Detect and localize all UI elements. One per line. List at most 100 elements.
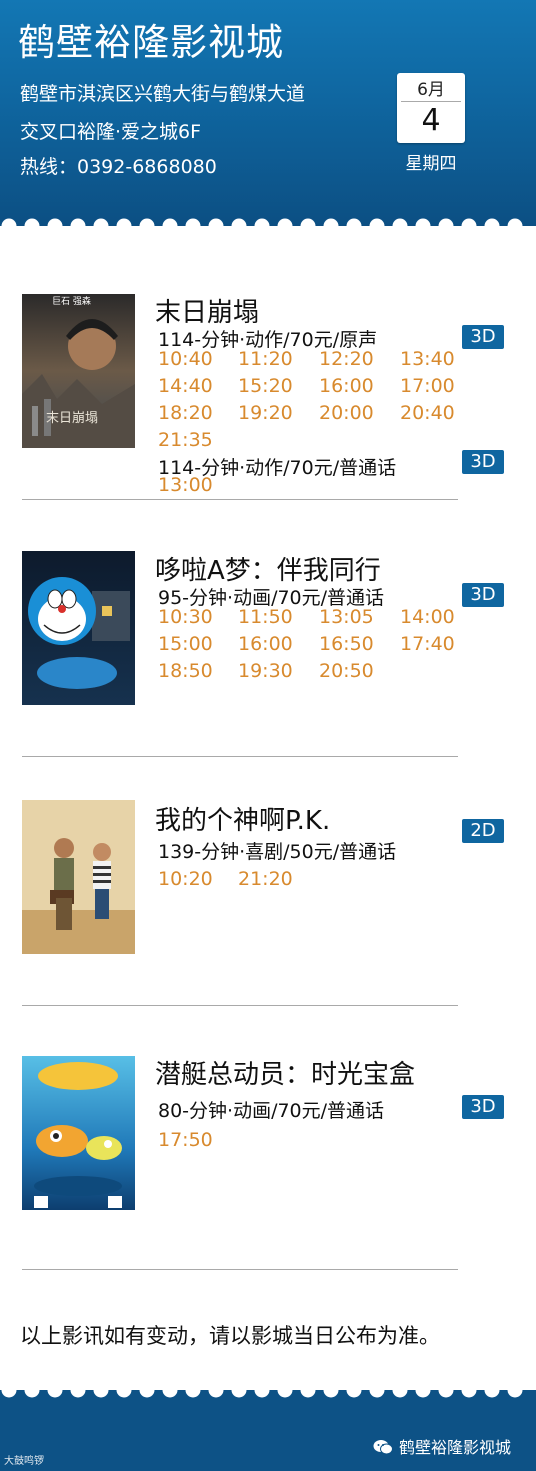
movie-title: 哆啦A梦：伴我同行 — [155, 556, 381, 586]
movie-title: 我的个神啊P.K. — [155, 806, 331, 836]
wechat-account-name: 鹤壁裕隆影视城 — [399, 1438, 512, 1457]
showtime[interactable]: 16:00 — [238, 631, 319, 658]
scallop-hole — [300, 218, 316, 226]
scallop-hole — [139, 1390, 155, 1398]
schedule-page: 鹤壁裕隆影视城 鹤壁市淇滨区兴鹤大街与鹤煤大道 交叉口裕隆·爱之城6F 热线：0… — [0, 0, 536, 1471]
poster-text: 末日崩塌 — [46, 411, 98, 426]
movie-poster — [22, 551, 135, 705]
divider — [22, 756, 458, 757]
showtime[interactable]: 20:00 — [319, 400, 400, 427]
format-badge: 3D — [462, 450, 504, 474]
scallop-hole — [185, 218, 201, 226]
showtime[interactable]: 18:50 — [158, 658, 238, 685]
showtime[interactable]: 18:20 — [158, 400, 238, 427]
scallop-hole — [484, 218, 500, 226]
showtime[interactable]: 11:50 — [238, 604, 319, 631]
scallop-hole — [369, 218, 385, 226]
showtime[interactable]: 20:40 — [400, 400, 480, 427]
showtime[interactable]: 20:50 — [319, 658, 400, 685]
scallop-hole — [208, 218, 224, 226]
scallop-hole — [116, 1390, 132, 1398]
scallop-hole — [254, 218, 270, 226]
showtime[interactable]: 10:20 — [158, 866, 238, 893]
showtime[interactable]: 12:20 — [319, 346, 400, 373]
scallop-hole — [70, 1390, 86, 1398]
showtime[interactable]: 10:30 — [158, 604, 238, 631]
movie-title: 末日崩塌 — [155, 298, 260, 328]
date-day: 4 — [421, 103, 441, 138]
scallop-hole — [346, 1390, 362, 1398]
showtime[interactable]: 19:20 — [238, 400, 319, 427]
scallop-hole — [208, 1390, 224, 1398]
scallop-hole — [231, 218, 247, 226]
showtime[interactable]: 15:20 — [238, 373, 319, 400]
scallop-hole — [93, 218, 109, 226]
scallop-hole — [231, 1390, 247, 1398]
date-divider — [401, 101, 461, 102]
notice-text: 以上影讯如有变动，请以影城当日公布为准。 — [20, 1324, 440, 1348]
divider — [22, 499, 458, 500]
showtime[interactable]: 17:40 — [400, 631, 480, 658]
divider — [22, 1005, 458, 1006]
watermark: 大鼓鸣锣 — [4, 1456, 44, 1467]
showtime[interactable]: 17:50 — [158, 1127, 238, 1154]
showtime[interactable]: 11:20 — [238, 346, 319, 373]
address-line-2: 交叉口裕隆·爱之城6F — [20, 121, 202, 143]
wechat-account[interactable]: 鹤壁裕隆影视城 — [373, 1434, 511, 1458]
scallop-hole — [70, 218, 86, 226]
showtime[interactable]: 14:00 — [400, 604, 480, 631]
showtime[interactable]: 17:00 — [400, 373, 480, 400]
scallop-hole — [300, 1390, 316, 1398]
session-info: 139-分钟·喜剧/50元/普通话 — [158, 841, 397, 863]
scalloped-edge-bottom — [1, 1390, 523, 1398]
showtime[interactable]: 14:40 — [158, 373, 238, 400]
showtime[interactable]: 16:50 — [319, 631, 400, 658]
scallop-hole — [24, 218, 40, 226]
showtime[interactable]: 13:05 — [319, 604, 400, 631]
showtime[interactable]: 13:00 — [158, 472, 238, 499]
format-badge: 3D — [462, 1095, 504, 1119]
scallop-hole — [438, 218, 454, 226]
scallop-hole — [1, 218, 17, 226]
scallop-hole — [1, 1390, 17, 1398]
address-line-1: 鹤壁市淇滨区兴鹤大街与鹤煤大道 — [20, 83, 306, 105]
scallop-hole — [24, 1390, 40, 1398]
wechat-icon — [373, 1440, 393, 1455]
scallop-hole — [507, 1390, 523, 1398]
showtimes-grid: 10:20 21:20 — [158, 866, 478, 893]
showtimes-grid: 10:40 11:20 12:20 13:40 14:40 15:20 16:0… — [158, 346, 478, 454]
header-banner: 鹤壁裕隆影视城 鹤壁市淇滨区兴鹤大街与鹤煤大道 交叉口裕隆·爱之城6F 热线：0… — [0, 0, 536, 226]
showtime[interactable]: 21:35 — [158, 427, 238, 454]
movie-poster — [22, 1056, 135, 1210]
format-badge: 2D — [462, 819, 504, 843]
movie-poster — [22, 800, 135, 954]
showtimes-grid: 17:50 — [158, 1127, 478, 1154]
showtime[interactable]: 21:20 — [238, 866, 319, 893]
poster-text: 巨石 强森 — [52, 295, 91, 307]
showtime[interactable]: 16:00 — [319, 373, 400, 400]
scallop-hole — [277, 1390, 293, 1398]
scallop-hole — [116, 218, 132, 226]
showtimes-grid: 10:30 11:50 13:05 14:00 15:00 16:00 16:5… — [158, 604, 478, 685]
scallop-hole — [47, 1390, 63, 1398]
showtime[interactable]: 13:40 — [400, 346, 480, 373]
showtime[interactable]: 19:30 — [238, 658, 319, 685]
scallop-hole — [484, 1390, 500, 1398]
hotline: 热线：0392-6868080 — [20, 156, 217, 178]
showtimes-grid: 13:00 — [158, 472, 478, 499]
scallop-hole — [461, 218, 477, 226]
scallop-hole — [162, 218, 178, 226]
showtime[interactable]: 10:40 — [158, 346, 238, 373]
scallop-hole — [323, 1390, 339, 1398]
showtime[interactable]: 15:00 — [158, 631, 238, 658]
divider — [22, 1269, 458, 1270]
calendar-date: 6月 4 — [397, 73, 465, 143]
scallop-hole — [392, 1390, 408, 1398]
scallop-hole — [415, 218, 431, 226]
scallop-hole — [323, 218, 339, 226]
cinema-name: 鹤壁裕隆影视城 — [18, 21, 284, 64]
scallop-hole — [47, 218, 63, 226]
scallop-hole — [185, 1390, 201, 1398]
date-weekday: 星期四 — [405, 154, 457, 174]
scallop-hole — [415, 1390, 431, 1398]
